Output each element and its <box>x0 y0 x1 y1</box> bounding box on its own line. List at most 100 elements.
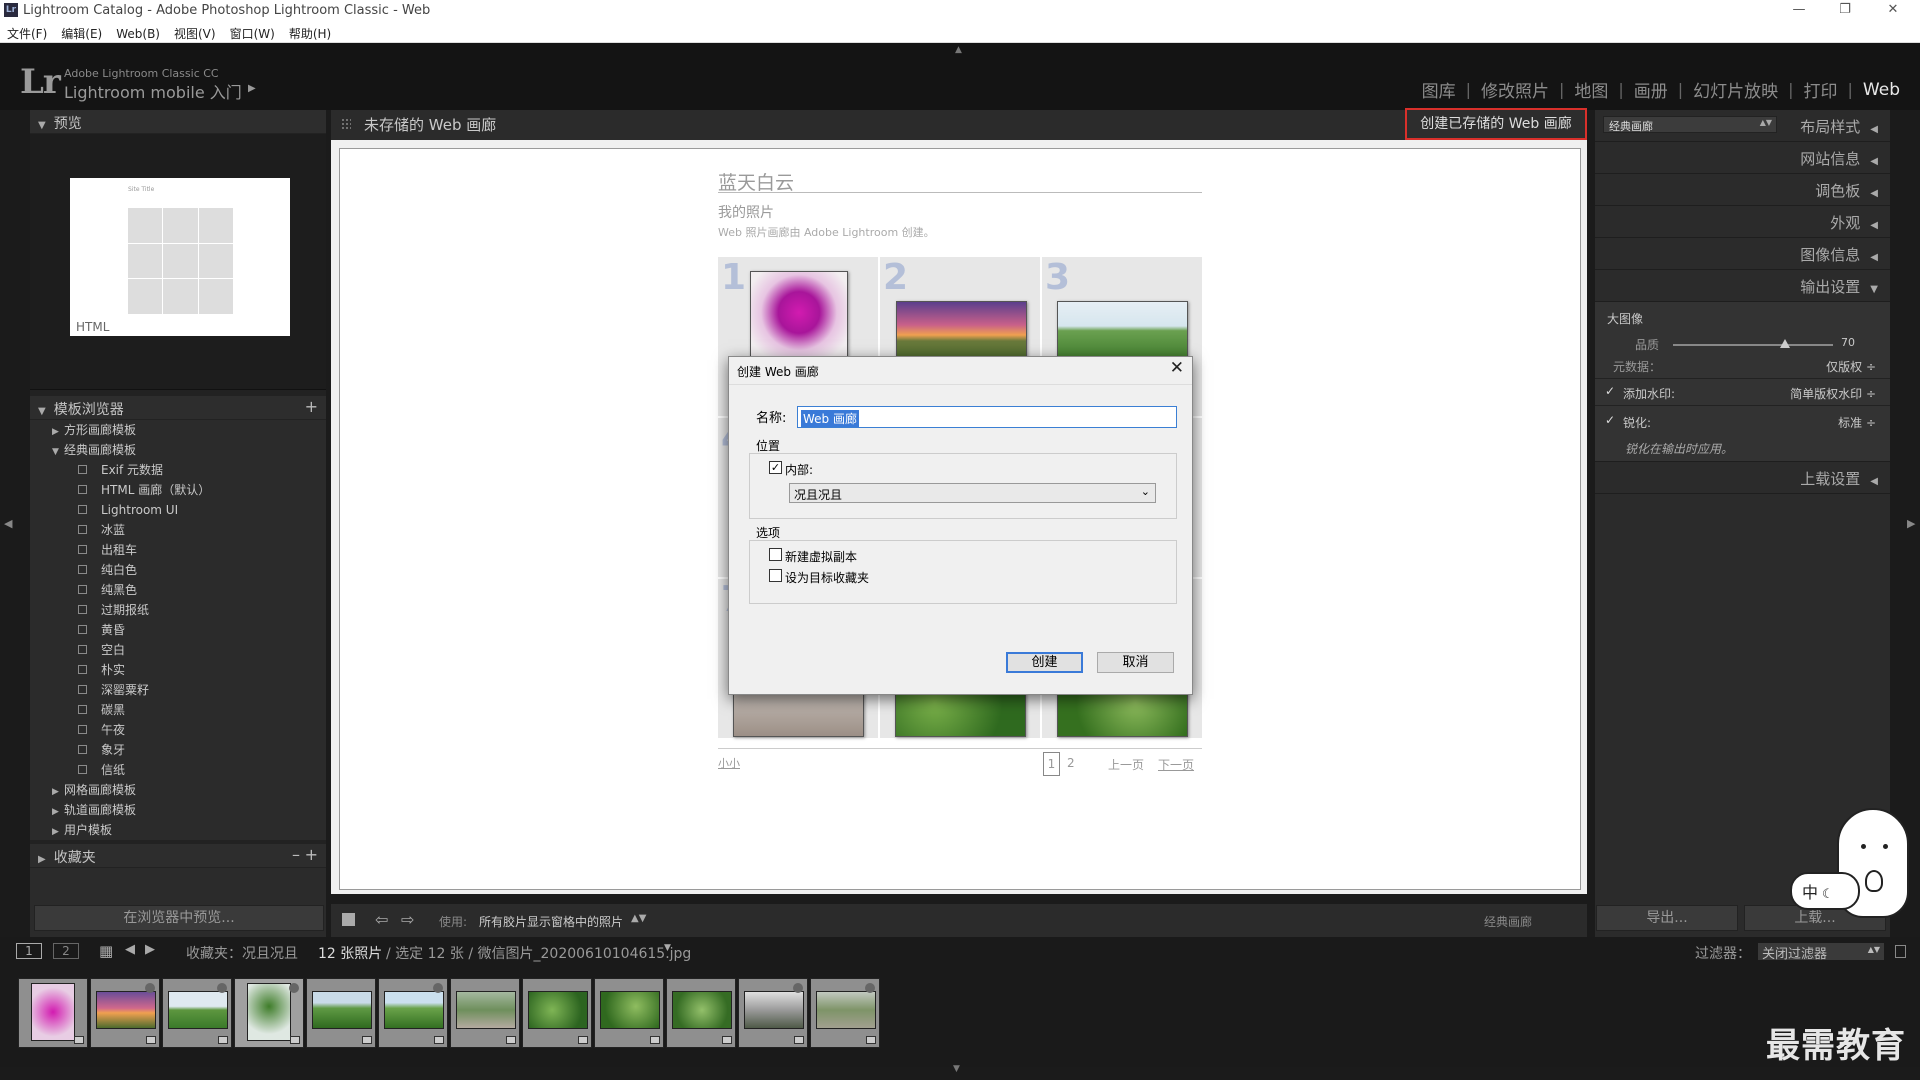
template-item[interactable]: Lightroom UI <box>30 500 326 520</box>
dialog-close-icon[interactable]: ✕ <box>1170 358 1184 378</box>
collapse-right-icon[interactable]: ▶ <box>1907 517 1915 530</box>
slider-knob[interactable] <box>1780 339 1790 348</box>
minimize-icon[interactable]: — <box>1776 0 1822 22</box>
image-info-section[interactable]: 图像信息 ◀ <box>1595 238 1890 270</box>
next-arrow-icon[interactable]: ⇨ <box>401 910 414 929</box>
use-source-select[interactable]: 所有胶片显示窗格中的照片 <box>479 913 623 930</box>
filmstrip-source[interactable]: 收藏夹：况且况且 <box>186 943 298 963</box>
template-item[interactable]: 深罂粟籽 <box>30 680 326 700</box>
menu-file[interactable]: 文件(F) <box>0 22 54 42</box>
template-folder[interactable]: ▶ 网格画廊模板 <box>30 780 326 800</box>
mobile-link[interactable]: Lightroom mobile 入门 <box>64 79 242 103</box>
watermark-checkbox[interactable]: ✓ <box>1605 385 1617 397</box>
template-item[interactable]: Exif 元数据 <box>30 460 326 480</box>
gallery-name-input[interactable]: Web 画廊 <box>797 406 1177 428</box>
collapse-left-icon[interactable]: ◀ <box>4 517 12 530</box>
template-item[interactable]: 冰蓝 <box>30 520 326 540</box>
close-window-icon[interactable]: ✕ <box>1870 0 1916 22</box>
inside-checkbox[interactable]: ✓ <box>769 461 782 474</box>
ime-indicator[interactable]: 中 ☾ <box>1790 872 1860 910</box>
back-arrow-icon[interactable]: ◀ <box>125 942 135 957</box>
virtual-copy-checkbox[interactable] <box>769 548 782 561</box>
gallery-page-1[interactable]: 1 <box>1043 752 1060 776</box>
filmstrip-thumbnail[interactable] <box>306 978 376 1048</box>
restore-icon[interactable]: ❐ <box>1822 0 1868 22</box>
module-map[interactable]: 地图 <box>1564 77 1618 102</box>
filmstrip-thumbnail[interactable] <box>18 978 88 1048</box>
collapse-bottom-icon[interactable]: ▼ <box>953 1064 960 1074</box>
template-folder[interactable]: ▶ 方形画廊模板 <box>30 420 326 440</box>
stepper-icon[interactable]: ▲▼ <box>631 913 646 924</box>
menu-edit[interactable]: 编辑(E) <box>54 22 109 42</box>
template-item[interactable]: 黄昏 <box>30 620 326 640</box>
gallery-page-2[interactable]: 2 <box>1067 756 1075 770</box>
play-arrow-icon[interactable]: ▶ <box>248 83 256 94</box>
export-button[interactable]: 导出... <box>1596 905 1738 931</box>
filmstrip-thumbnail[interactable] <box>234 978 304 1048</box>
menu-web[interactable]: Web(B) <box>109 24 167 41</box>
filmstrip-thumbnail[interactable] <box>450 978 520 1048</box>
module-print[interactable]: 打印 <box>1794 77 1848 102</box>
template-folder[interactable]: ▶ 轨道画廊模板 <box>30 800 326 820</box>
template-item[interactable]: 象牙 <box>30 740 326 760</box>
preview-in-browser-button[interactable]: 在浏览器中预览... <box>34 905 324 931</box>
upload-settings-section[interactable]: 上载设置 ◀ <box>1595 462 1890 494</box>
site-info-section[interactable]: 网站信息 ◀ <box>1595 142 1890 174</box>
module-develop[interactable]: 修改照片 <box>1471 77 1559 102</box>
add-template-icon[interactable]: + <box>305 397 318 416</box>
sharpen-select[interactable]: 标准 ÷ <box>1838 414 1876 431</box>
sharpen-checkbox[interactable]: ✓ <box>1605 414 1617 426</box>
gallery-photo[interactable] <box>1057 301 1188 363</box>
menu-view[interactable]: 视图(V) <box>167 22 223 42</box>
template-folder[interactable]: ▶ 用户模板 <box>30 820 326 840</box>
output-settings-section[interactable]: 输出设置 ▼ <box>1595 270 1890 302</box>
view-primary-button[interactable]: 1 <box>16 943 42 959</box>
metadata-select[interactable]: 仅版权 ÷ <box>1826 358 1876 375</box>
forward-arrow-icon[interactable]: ▶ <box>145 942 155 957</box>
collections-header[interactable]: ▶ 收藏夹 – + <box>30 844 326 868</box>
filmstrip-thumbnail[interactable] <box>162 978 232 1048</box>
gallery-next-link[interactable]: 下一页 <box>1158 756 1194 773</box>
gallery-photo[interactable] <box>896 301 1027 363</box>
filmstrip-thumbnail[interactable] <box>90 978 160 1048</box>
template-folder[interactable]: ▼ 经典画廊模板 <box>30 440 326 460</box>
create-saved-gallery-button[interactable]: 创建已存储的 Web 画廊 <box>1405 108 1587 140</box>
template-item[interactable]: 空白 <box>30 640 326 660</box>
create-button[interactable]: 创建 <box>1006 652 1083 673</box>
template-item[interactable]: 信纸 <box>30 760 326 780</box>
template-item[interactable]: HTML 画廊（默认） <box>30 480 326 500</box>
layout-style-dropdown[interactable]: 经典画廊 ▲▼ <box>1603 116 1777 133</box>
module-library[interactable]: 图库 <box>1412 77 1466 102</box>
watermark-select[interactable]: 简单版权水印 ÷ <box>1790 385 1876 402</box>
grid-view-icon[interactable]: ▦ <box>99 942 113 960</box>
cancel-button[interactable]: 取消 <box>1097 652 1174 673</box>
template-item[interactable]: 午夜 <box>30 720 326 740</box>
module-web[interactable]: Web <box>1853 80 1910 100</box>
module-book[interactable]: 画册 <box>1624 77 1678 102</box>
layout-style-section[interactable]: 经典画廊 ▲▼ 布局样式 ◀ <box>1595 110 1890 142</box>
view-secondary-button[interactable]: 2 <box>53 943 79 959</box>
filmstrip-thumbnail[interactable] <box>594 978 664 1048</box>
template-item[interactable]: 出租车 <box>30 540 326 560</box>
gallery-photo[interactable] <box>750 271 848 363</box>
filmstrip-thumbnail[interactable] <box>738 978 808 1048</box>
preview-panel-header[interactable]: ▼ 预览 <box>30 110 326 134</box>
lock-icon[interactable] <box>1895 945 1906 958</box>
template-item[interactable]: 碳黑 <box>30 700 326 720</box>
color-palette-section[interactable]: 调色板 ◀ <box>1595 174 1890 206</box>
collapse-top-icon[interactable]: ▲ <box>955 45 962 55</box>
add-collection-icon[interactable]: + <box>305 845 318 864</box>
menu-help[interactable]: 帮助(H) <box>282 22 338 42</box>
template-item[interactable]: 纯黑色 <box>30 580 326 600</box>
filmstrip-thumbnail[interactable] <box>522 978 592 1048</box>
filmstrip-thumbnail[interactable] <box>378 978 448 1048</box>
filmstrip-thumbnail[interactable] <box>666 978 736 1048</box>
template-item[interactable]: 朴实 <box>30 660 326 680</box>
quality-slider[interactable] <box>1673 339 1833 348</box>
appearance-section[interactable]: 外观 ◀ <box>1595 206 1890 238</box>
filter-select[interactable]: 关闭过滤器 ▲▼ <box>1758 943 1884 962</box>
module-slideshow[interactable]: 幻灯片放映 <box>1683 77 1788 102</box>
collection-set-select[interactable]: 况且况且 ⌄ <box>789 483 1156 503</box>
chevron-down-icon[interactable]: ▼ <box>664 943 671 953</box>
gallery-prev-link[interactable]: 上一页 <box>1108 756 1144 773</box>
